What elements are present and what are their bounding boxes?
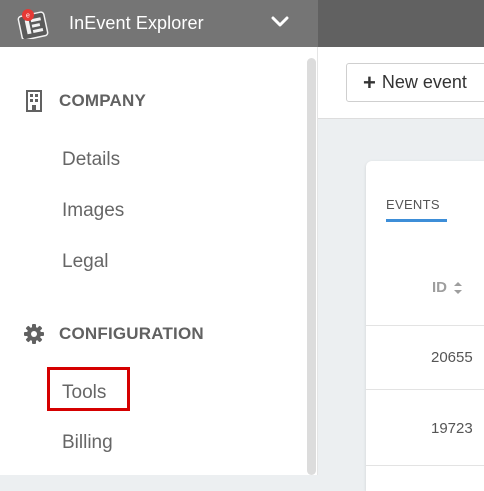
section-configuration: CONFIGURATION [23,322,204,346]
section-label-configuration: CONFIGURATION [59,324,204,343]
column-header-id[interactable]: ID [432,279,463,296]
svg-text:e: e [26,13,30,20]
brand-bar: e InEvent Explorer [0,0,318,47]
app-title: InEvent Explorer [69,13,204,33]
sidebar-item-images[interactable]: Images [62,200,124,222]
section-company: COMPANY [23,89,146,113]
inevent-logo-icon: e [17,9,49,39]
column-header-id-label: ID [432,279,447,296]
new-event-label: New event [381,72,467,92]
table-row-id[interactable]: 19723 [431,420,473,437]
row-divider [366,325,484,326]
sort-icon[interactable] [453,281,463,295]
sidebar-item-legal[interactable]: Legal [62,251,109,273]
tab-events[interactable]: EVENTS [386,197,440,212]
section-label-company: COMPANY [59,91,147,110]
plus-icon: + [363,69,376,95]
sidebar-item-details[interactable]: Details [62,149,120,171]
sidebar-scrollbar[interactable] [307,58,316,475]
table-row-id[interactable]: 20655 [431,349,473,366]
tab-active-indicator [386,219,447,222]
new-event-button[interactable]: + New event [346,63,484,102]
highlight-box [47,367,130,411]
building-icon [26,90,42,112]
gear-icon [24,324,44,344]
row-divider [366,465,484,466]
row-divider [366,389,484,390]
sidebar-item-billing[interactable]: Billing [62,432,113,454]
chevron-down-icon[interactable] [271,15,289,29]
